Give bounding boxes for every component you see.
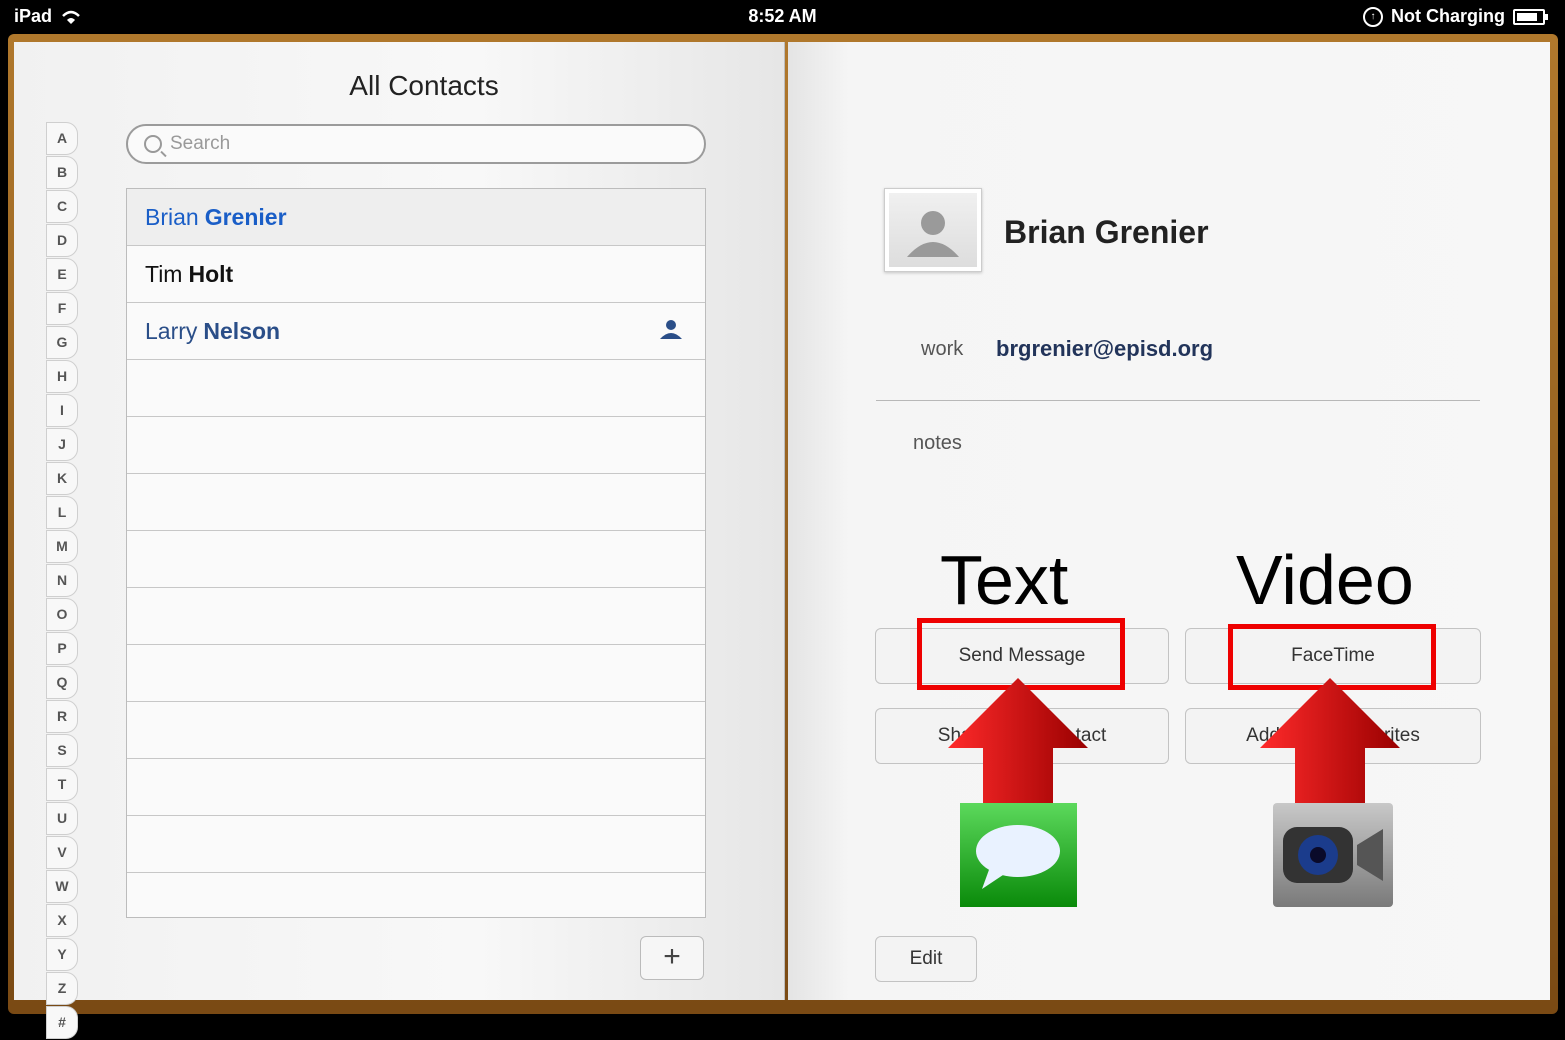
avatar[interactable] xyxy=(884,188,982,272)
rotation-lock-icon: ↑ xyxy=(1363,6,1383,27)
email-value[interactable]: brgrenier@episd.org xyxy=(996,336,1213,362)
list-item[interactable]: Larry Nelson xyxy=(127,303,705,360)
list-item xyxy=(127,759,705,816)
me-card-icon xyxy=(660,320,682,339)
contact-name: Brian Grenier xyxy=(1004,214,1209,250)
index-letter[interactable]: Y xyxy=(46,938,78,971)
list-item xyxy=(127,417,705,474)
index-letter[interactable]: R xyxy=(46,700,78,733)
divider xyxy=(876,400,1480,401)
email-label: work xyxy=(921,338,964,360)
alphabet-index[interactable]: A B C D E F G H I J K L M N O P Q R S T U V W X Y Z # xyxy=(46,122,84,1040)
list-item xyxy=(127,474,705,531)
index-letter[interactable]: H xyxy=(46,360,78,393)
index-letter[interactable]: T xyxy=(46,768,78,801)
index-letter[interactable]: B xyxy=(46,156,78,189)
status-right: ↑ Not Charging xyxy=(1363,6,1548,27)
person-placeholder-icon xyxy=(907,211,959,257)
index-letter[interactable]: L xyxy=(46,496,78,529)
index-letter[interactable]: J xyxy=(46,428,78,461)
address-book: All Contacts A B C D E F G H I J K L M N O P Q R S T U V W X Y Z #… xyxy=(8,34,1558,1039)
facetime-app-icon xyxy=(1273,803,1393,907)
index-letter[interactable]: G xyxy=(46,326,78,359)
list-item xyxy=(127,360,705,417)
list-item[interactable]: Brian Grenier xyxy=(127,189,705,246)
index-letter[interactable]: N xyxy=(46,564,78,597)
search-input[interactable]: Search xyxy=(126,124,706,164)
index-letter[interactable]: O xyxy=(46,598,78,631)
index-letter[interactable]: S xyxy=(46,734,78,767)
index-letter[interactable]: A xyxy=(46,122,78,155)
annotation-video-label: Video xyxy=(1236,541,1414,619)
status-bar: iPad 8:52 AM ↑ Not Charging xyxy=(0,0,1565,34)
index-letter[interactable]: F xyxy=(46,292,78,325)
speech-bubble-icon xyxy=(976,825,1060,889)
search-placeholder: Search xyxy=(170,133,231,154)
annotation-text-label: Text xyxy=(940,541,1069,619)
index-letter[interactable]: E xyxy=(46,258,78,291)
battery-icon xyxy=(1513,8,1548,25)
index-letter[interactable]: P xyxy=(46,632,78,665)
index-letter[interactable]: X xyxy=(46,904,78,937)
contacts-list-page: All Contacts A B C D E F G H I J K L M N O P Q R S T U V W X Y Z #… xyxy=(14,42,785,1039)
charging-label: Not Charging xyxy=(1391,6,1505,26)
list-item xyxy=(127,816,705,873)
list-item xyxy=(127,645,705,702)
index-letter[interactable]: Z xyxy=(46,972,78,1005)
index-letter[interactable]: W xyxy=(46,870,78,903)
index-letter[interactable]: Q xyxy=(46,666,78,699)
index-letter[interactable]: # xyxy=(46,1006,78,1039)
add-contact-button[interactable]: + xyxy=(640,936,704,980)
index-letter[interactable]: U xyxy=(46,802,78,835)
video-camera-icon xyxy=(1283,827,1383,883)
list-item xyxy=(127,588,705,645)
search-icon xyxy=(144,135,162,153)
index-letter[interactable]: C xyxy=(46,190,78,223)
messages-app-icon xyxy=(960,803,1077,907)
edit-button[interactable]: Edit xyxy=(875,936,977,982)
arrow-up-icon xyxy=(948,678,1088,808)
contacts-list: Brian Grenier Tim Holt Larry Nelson xyxy=(126,188,706,918)
index-letter[interactable]: I xyxy=(46,394,78,427)
index-letter[interactable]: D xyxy=(46,224,78,257)
list-item xyxy=(127,531,705,588)
contact-detail-page: Brian Grenier work brgrenier@episd.org n… xyxy=(788,42,1550,1000)
clock: 8:52 AM xyxy=(748,6,817,26)
list-item[interactable]: Tim Holt xyxy=(127,246,705,303)
notes-label[interactable]: notes xyxy=(913,432,962,455)
arrow-up-icon xyxy=(1260,678,1400,808)
index-letter[interactable]: V xyxy=(46,836,78,869)
list-item xyxy=(127,702,705,759)
index-letter[interactable]: K xyxy=(46,462,78,495)
index-letter[interactable]: M xyxy=(46,530,78,563)
page-title: All Contacts xyxy=(349,70,499,101)
